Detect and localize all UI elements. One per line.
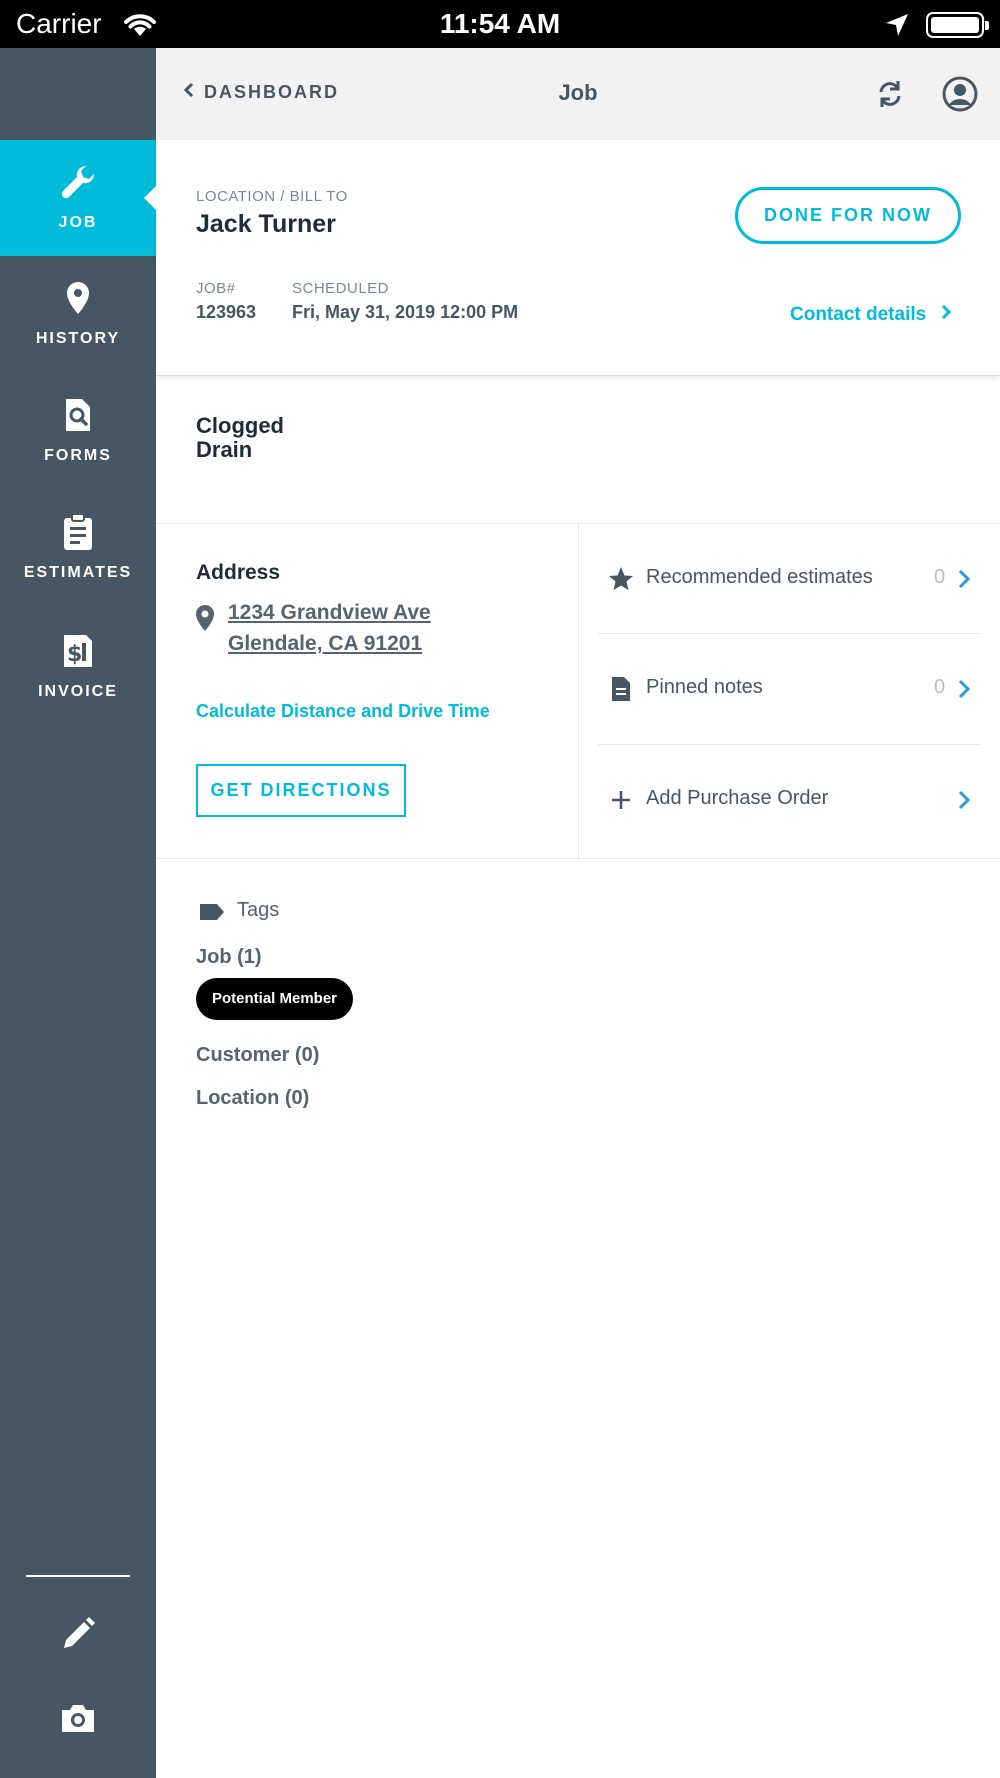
pencil-icon[interactable] [58,1614,98,1654]
address-line-2[interactable]: Glendale, CA 91201 [228,632,422,656]
clock: 11:54 AM [439,8,561,39]
sidebar-divider [26,1575,130,1577]
sidebar-item-label: FORMS [44,447,112,464]
svg-text:$: $ [67,642,82,667]
address-title: Address [196,561,281,584]
sidebar-item-label: ESTIMATES [23,564,133,581]
contact-details-label: Contact details [790,304,927,325]
tag-group-customer: Customer (0) [196,1044,320,1066]
scheduled-datetime: Fri, May 31, 2019 12:00 PM [292,302,519,322]
tag-group-job: Job (1) [196,946,262,968]
document-search-icon [58,395,98,435]
address-line-1[interactable]: 1234 Grandview Ave [228,601,431,625]
row-count: 0 [934,676,946,698]
job-type-line: Clogged [196,413,284,438]
job-summary-card: LOCATION / BILL TO Jack Turner JOB# 1239… [156,140,1000,376]
plus-icon [608,787,634,813]
row-label: Add Purchase Order [646,787,829,809]
column-divider [578,524,579,858]
sidebar-item-label: INVOICE [38,683,118,700]
sidebar-item-invoice[interactable]: $ INVOICE [0,609,156,725]
star-icon [608,566,634,592]
job-number-label: JOB# [196,280,236,297]
location-arrow-icon [884,12,910,43]
camera-icon[interactable] [58,1698,98,1738]
chevron-right-icon [941,304,952,326]
note-icon [608,676,634,702]
customer-name: Jack Turner [196,210,336,238]
sidebar-item-history[interactable]: HISTORY [0,256,156,372]
sidebar-item-label: HISTORY [35,330,121,347]
section-divider [156,858,1000,859]
scheduled-label: SCHEDULED [292,280,390,297]
sidebar-item-estimates[interactable]: ESTIMATES [0,490,156,606]
battery-icon [926,12,989,38]
sidebar-item-job[interactable]: JOB [0,140,157,256]
add-purchase-order-row[interactable]: Add Purchase Order [598,745,980,855]
tag-chip[interactable]: Potential Member [196,978,354,1020]
top-header: DASHBOARD Job [156,48,1000,140]
job-type: Clogged Drain [196,414,316,462]
contact-details-link[interactable]: Contact details [790,304,952,326]
chevron-right-icon [956,678,972,700]
job-type-line: Drain [196,437,253,462]
sync-icon[interactable] [872,76,908,112]
status-bar: Carrier 11:54 AM [0,0,1000,48]
row-count: 0 [934,566,946,588]
sidebar-item-forms[interactable]: FORMS [0,373,156,489]
row-label: Pinned notes [646,676,763,698]
invoice-dollar-icon: $ [58,631,98,671]
chevron-right-icon [956,789,972,811]
clipboard-icon [58,512,98,552]
pinned-notes-row[interactable]: Pinned notes 0 [598,634,980,744]
tag-icon [198,902,226,922]
tag-group-location: Location (0) [196,1087,310,1109]
recommended-estimates-row[interactable]: Recommended estimates 0 [598,524,980,634]
sidebar: JOB HISTORY FORMS ESTIMATES $ INVOICE [0,48,157,1778]
location-pin-icon [58,278,98,318]
wrench-icon [58,162,98,202]
location-pin-icon [194,604,216,632]
sidebar-item-label: JOB [58,214,98,231]
done-for-now-button[interactable]: DONE FOR NOW [735,187,961,244]
user-profile-icon[interactable] [940,74,980,114]
tags-title: Tags [237,899,280,921]
row-label: Recommended estimates [646,566,873,588]
calculate-distance-link[interactable]: Calculate Distance and Drive Time [196,701,490,722]
job-number: 123963 [196,302,257,322]
get-directions-button[interactable]: GET DIRECTIONS [196,764,406,817]
location-label: LOCATION / BILL TO [196,188,348,205]
chevron-right-icon [956,568,972,590]
